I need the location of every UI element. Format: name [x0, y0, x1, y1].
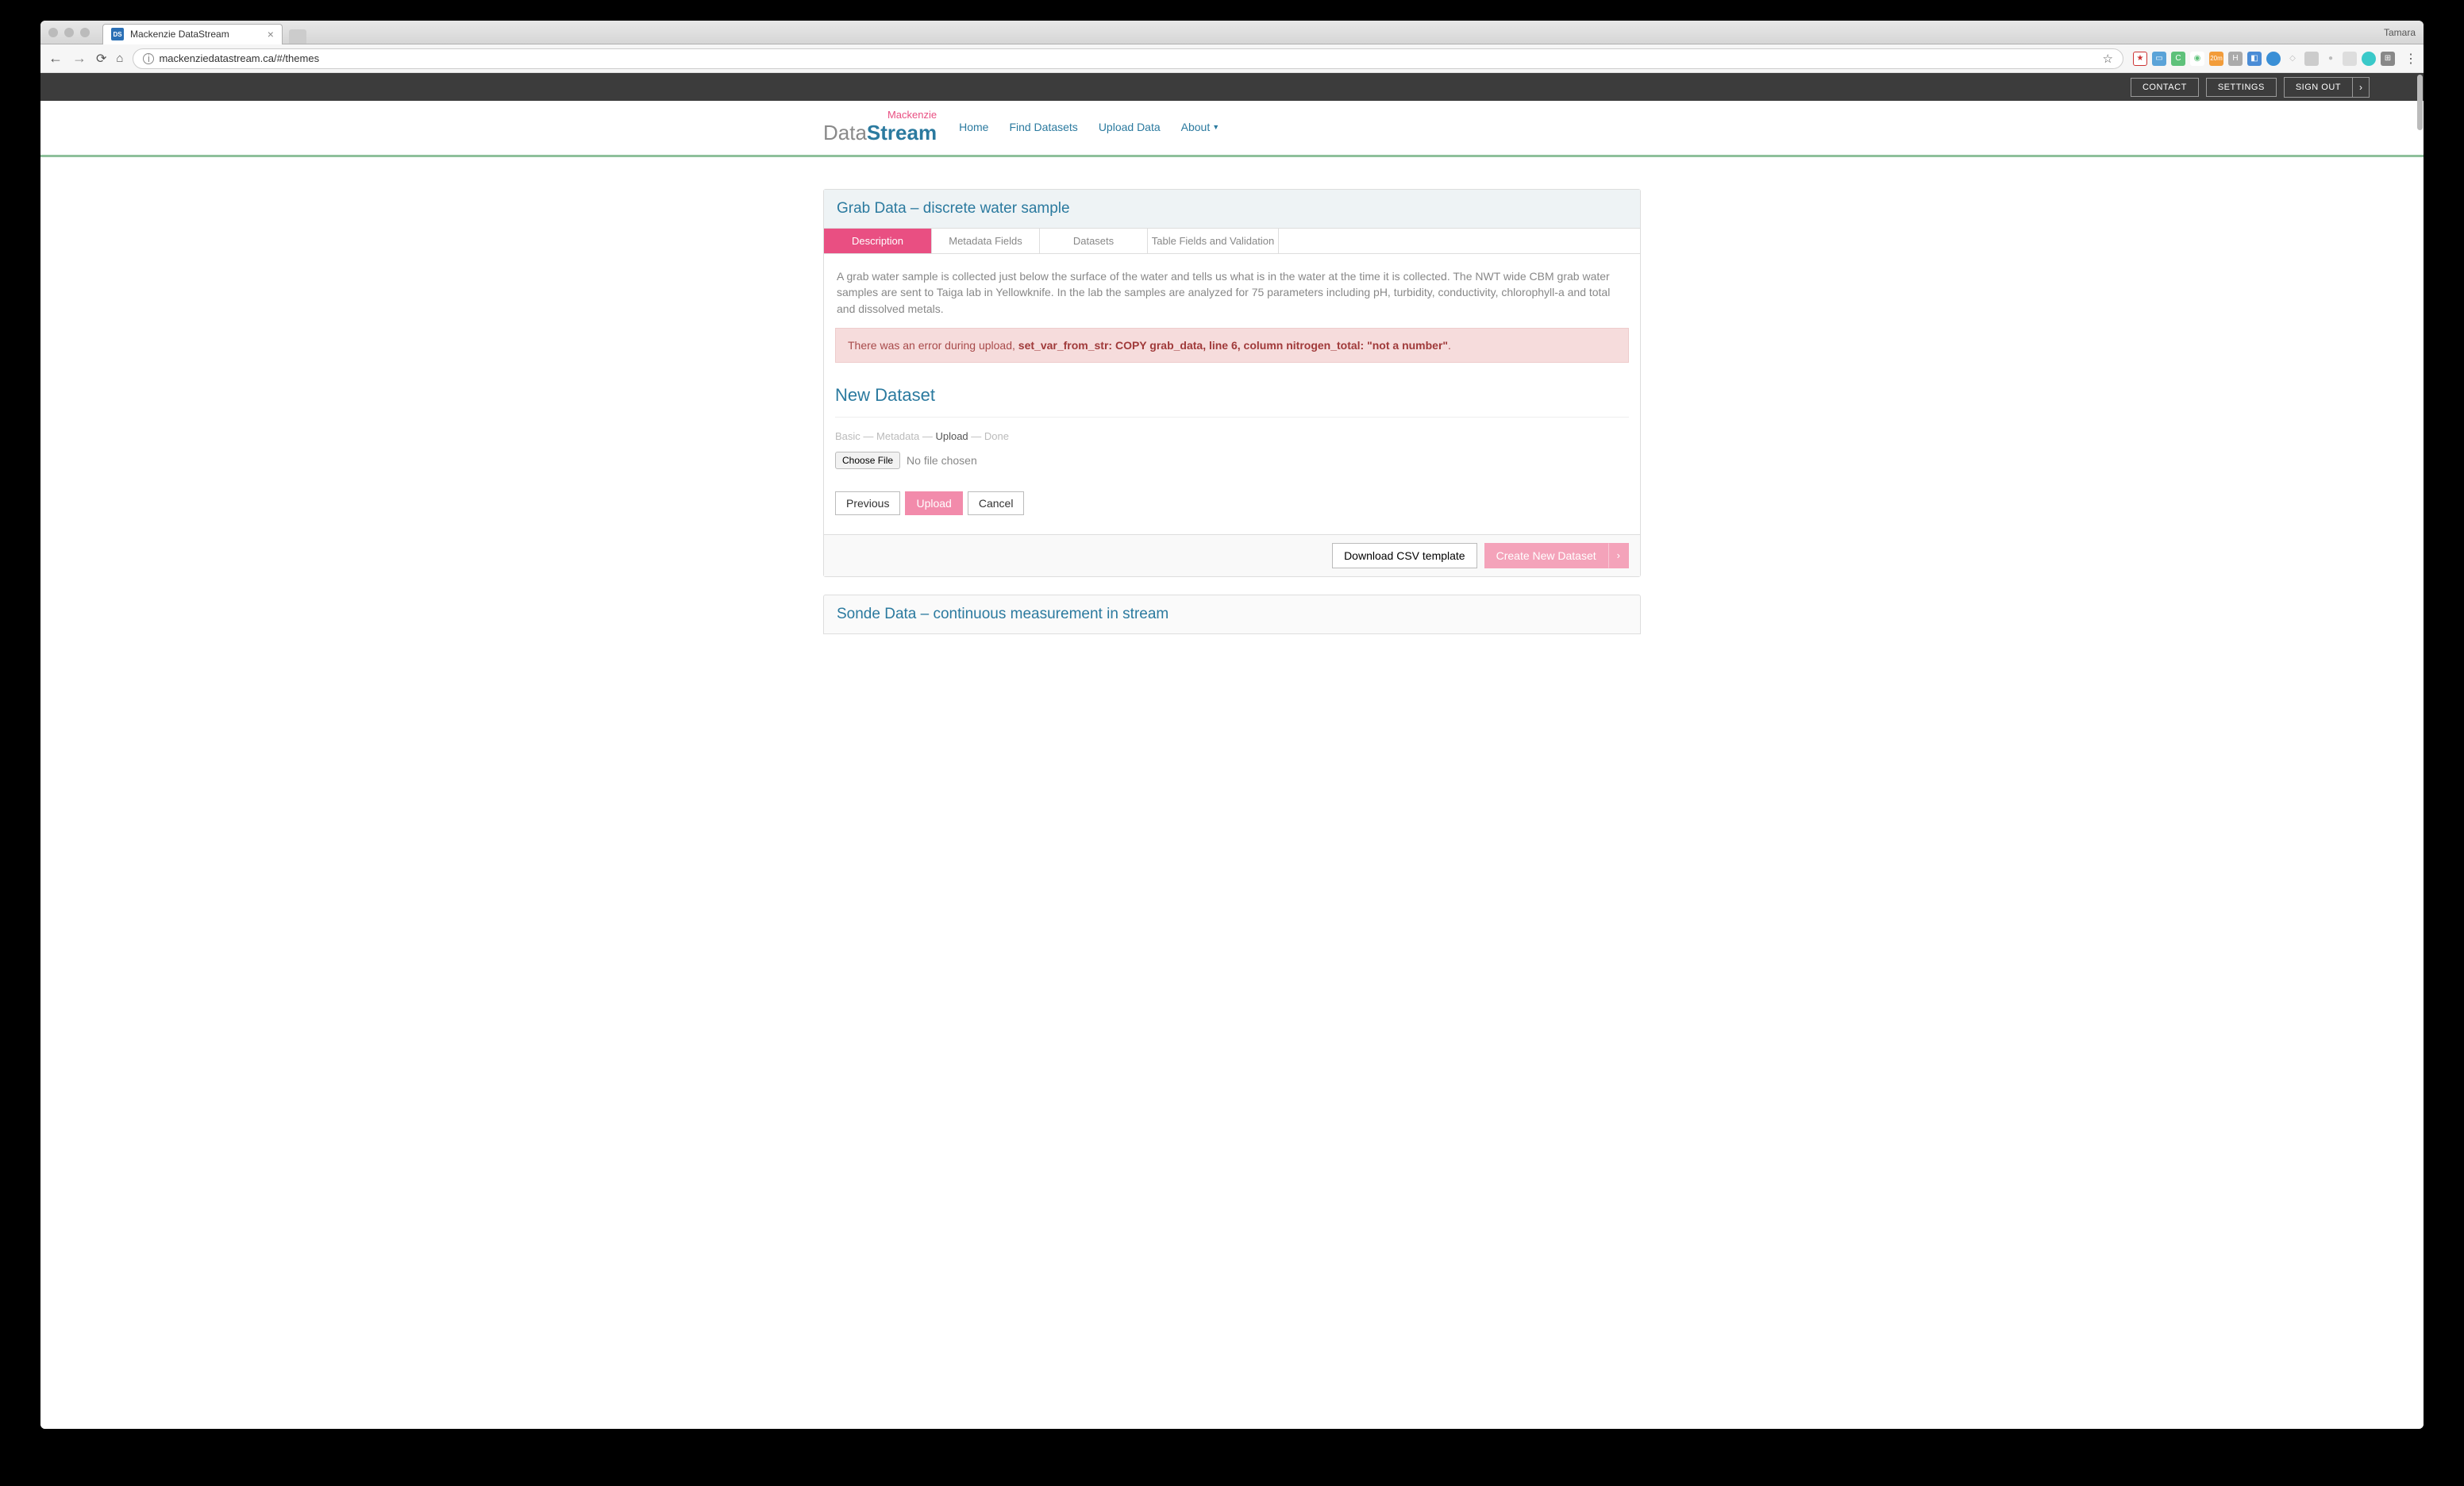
browser-menu-icon[interactable]: ⋮: [2404, 51, 2416, 67]
error-prefix: There was an error during upload,: [848, 339, 1018, 352]
main-content: Grab Data – discrete water sample Descri…: [823, 157, 1641, 634]
extension-icon[interactable]: ●: [2323, 52, 2338, 66]
previous-button[interactable]: Previous: [835, 491, 900, 515]
home-icon[interactable]: ⌂: [116, 52, 123, 65]
extension-icon[interactable]: ◉: [2190, 52, 2204, 66]
choose-file-button[interactable]: Choose File: [835, 452, 900, 469]
extension-icons: ★ ▭ C ◉ 20m H ◧ ◇ ● ⊞: [2133, 52, 2395, 66]
close-window-icon[interactable]: [48, 28, 58, 37]
minimize-window-icon[interactable]: [64, 28, 74, 37]
panel-grab-data: Grab Data – discrete water sample Descri…: [823, 189, 1641, 577]
address-bar[interactable]: i mackenziedatastream.ca/#/themes ☆: [133, 48, 2123, 69]
logo[interactable]: Mackenzie DataStream: [823, 109, 937, 145]
panel-sonde-data-title: Sonde Data – continuous measurement in s…: [823, 595, 1641, 634]
extension-icon[interactable]: [2362, 52, 2376, 66]
cancel-button[interactable]: Cancel: [968, 491, 1025, 515]
signout-group: SIGN OUT ›: [2284, 77, 2370, 98]
signout-chevron-icon[interactable]: ›: [2353, 77, 2370, 98]
nav-about-label: About: [1181, 121, 1211, 133]
site-navbar: Mackenzie DataStream Home Find Datasets …: [40, 101, 2424, 157]
download-csv-template-button[interactable]: Download CSV template: [1332, 543, 1477, 568]
logo-text-data: Data: [823, 121, 867, 144]
logo-text-stream: Stream: [867, 121, 937, 144]
extension-icon[interactable]: [2343, 52, 2357, 66]
browser-toolbar: ← → ⟳ ⌂ i mackenziedatastream.ca/#/theme…: [40, 44, 2424, 73]
panel-tabs: Description Metadata Fields Datasets Tab…: [824, 229, 1640, 254]
extension-icon[interactable]: H: [2228, 52, 2243, 66]
error-suffix: .: [1448, 339, 1451, 352]
tab-title: Mackenzie DataStream: [130, 29, 229, 40]
site-info-icon[interactable]: i: [143, 53, 154, 64]
no-file-label: No file chosen: [907, 454, 977, 467]
bookmark-star-icon[interactable]: ☆: [2103, 52, 2113, 66]
upload-button[interactable]: Upload: [905, 491, 962, 515]
caret-down-icon: ▼: [1212, 123, 1219, 131]
nav-home[interactable]: Home: [959, 121, 988, 133]
new-tab-button[interactable]: [289, 29, 306, 44]
extension-icon[interactable]: ★: [2133, 52, 2147, 66]
nav-about[interactable]: About ▼: [1181, 121, 1220, 133]
page-viewport: CONTACT SETTINGS SIGN OUT › Mackenzie Da…: [40, 73, 2424, 1429]
panel-body: A grab water sample is collected just be…: [824, 254, 1640, 534]
extension-icon[interactable]: 20m: [2209, 52, 2223, 66]
crumb-basic: Basic: [835, 430, 860, 442]
panel-title: Grab Data – discrete water sample: [824, 190, 1640, 229]
tab-metadata-fields[interactable]: Metadata Fields: [932, 229, 1040, 253]
signout-button[interactable]: SIGN OUT: [2284, 77, 2353, 98]
logo-subtitle: Mackenzie: [887, 109, 937, 121]
extension-icon[interactable]: ⊞: [2381, 52, 2395, 66]
extension-icon[interactable]: ◇: [2285, 52, 2300, 66]
forward-icon: →: [72, 50, 87, 67]
crumb-metadata: Metadata: [876, 430, 919, 442]
tab-table-fields-validation[interactable]: Table Fields and Validation: [1148, 229, 1279, 253]
tab-datasets[interactable]: Datasets: [1040, 229, 1148, 253]
reload-icon[interactable]: ⟳: [96, 51, 106, 67]
description-text: A grab water sample is collected just be…: [835, 268, 1629, 317]
url-text: mackenziedatastream.ca/#/themes: [159, 52, 319, 64]
traffic-lights: [48, 28, 90, 37]
nav-upload-data[interactable]: Upload Data: [1099, 121, 1161, 133]
upload-error-alert: There was an error during upload, set_va…: [835, 328, 1629, 363]
extension-icon[interactable]: [2304, 52, 2319, 66]
wizard-buttons: Previous Upload Cancel: [835, 491, 1629, 515]
error-detail: set_var_from_str: COPY grab_data, line 6…: [1018, 339, 1448, 352]
panel-footer: Download CSV template Create New Dataset…: [824, 534, 1640, 576]
close-tab-icon[interactable]: ×: [268, 28, 274, 40]
profile-name[interactable]: Tamara: [2384, 27, 2416, 38]
scrollbar[interactable]: [2416, 73, 2424, 1429]
create-dataset-group: Create New Dataset ›: [1484, 543, 1629, 568]
extension-icon[interactable]: C: [2171, 52, 2185, 66]
browser-tab[interactable]: DS Mackenzie DataStream ×: [102, 24, 283, 44]
tab-description[interactable]: Description: [824, 229, 932, 253]
site-topbar: CONTACT SETTINGS SIGN OUT ›: [40, 73, 2424, 101]
settings-button[interactable]: SETTINGS: [2206, 78, 2277, 97]
crumb-upload: Upload: [935, 430, 968, 442]
divider: [835, 417, 1629, 418]
nav-links: Home Find Datasets Upload Data About ▼: [959, 121, 1219, 133]
extension-icon[interactable]: ◧: [2247, 52, 2262, 66]
crumb-done: Done: [984, 430, 1009, 442]
back-icon[interactable]: ←: [48, 50, 63, 67]
create-chevron-icon[interactable]: ›: [1608, 543, 1629, 568]
titlebar: DS Mackenzie DataStream × Tamara: [40, 21, 2424, 44]
new-dataset-heading: New Dataset: [835, 385, 1629, 406]
maximize-window-icon[interactable]: [80, 28, 90, 37]
contact-button[interactable]: CONTACT: [2131, 78, 2199, 97]
wizard-breadcrumb: Basic — Metadata — Upload — Done: [835, 430, 1629, 442]
favicon-icon: DS: [111, 28, 124, 40]
file-input-row: Choose File No file chosen: [835, 452, 1629, 469]
extension-icon[interactable]: [2266, 52, 2281, 66]
nav-find-datasets[interactable]: Find Datasets: [1009, 121, 1077, 133]
browser-window: DS Mackenzie DataStream × Tamara ← → ⟳ ⌂…: [40, 21, 2424, 1429]
extension-icon[interactable]: ▭: [2152, 52, 2166, 66]
create-new-dataset-button[interactable]: Create New Dataset: [1484, 543, 1608, 568]
